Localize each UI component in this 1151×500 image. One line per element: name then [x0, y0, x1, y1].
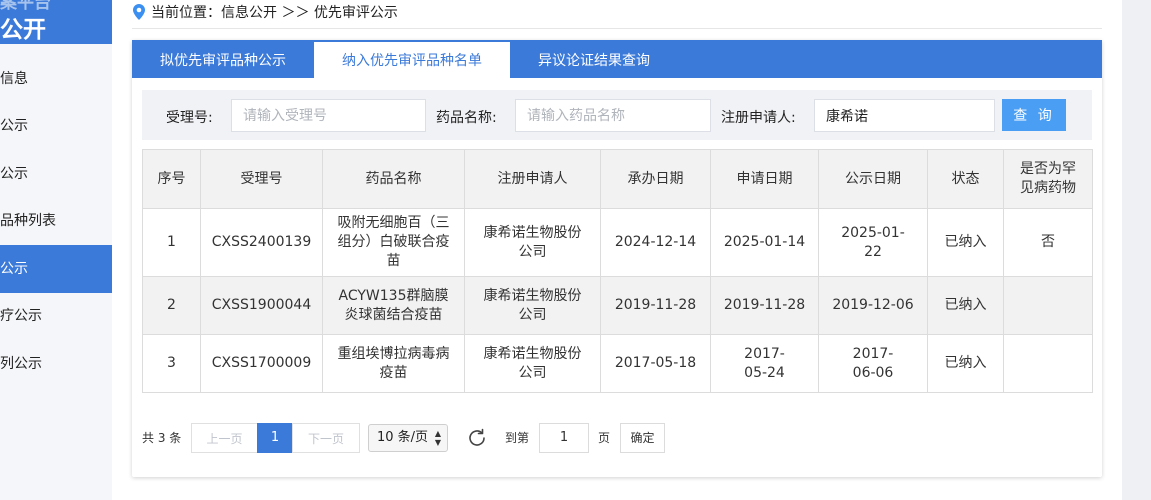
tab-objection-results[interactable]: 异议论证结果查询	[510, 40, 678, 78]
accept-no-input[interactable]	[231, 99, 426, 132]
goto-confirm-button[interactable]: 确定	[620, 423, 665, 453]
right-rail	[1122, 0, 1151, 500]
breadcrumb-divider	[132, 28, 1102, 29]
column-header: 序号	[142, 149, 201, 209]
table-cell	[1003, 276, 1093, 335]
sidebar-item[interactable]: 疗公示	[0, 292, 112, 340]
table-cell: 已纳入	[927, 208, 1004, 277]
pagination: 共 3 条 上一页 1 下一页 10 条/页 ▲ ▼ 到第 1 页 确定	[142, 423, 1092, 453]
column-header: 承办日期	[600, 149, 711, 209]
sidebar-header-title: 公开	[0, 17, 46, 43]
applicant-input[interactable]	[814, 99, 995, 132]
table-row: 1 CXSS2400139 吸附无细胞百（三组分）白破联合疫苗 康希诺生物股份公…	[142, 208, 1093, 277]
table-cell: CXSS2400139	[200, 208, 323, 277]
table-cell: 2017-06-06	[818, 334, 928, 393]
refresh-icon[interactable]	[466, 427, 488, 449]
table-cell: CXSS1900044	[200, 276, 323, 335]
goto-label: 到第	[505, 431, 530, 445]
column-header: 药品名称	[322, 149, 465, 209]
page-size-select[interactable]: 10 条/页 ▲ ▼	[368, 424, 448, 452]
page-unit-label: 页	[598, 431, 611, 445]
current-page-button[interactable]: 1	[257, 423, 293, 453]
sidebar-item[interactable]: 公示	[0, 150, 112, 198]
results-table: 序号 受理号 药品名称 注册申请人 承办日期 申请日期 公示日期 状态 是否为罕…	[142, 149, 1093, 393]
table-cell: 2	[142, 276, 201, 335]
sidebar-item-active[interactable]: 公示	[0, 245, 112, 293]
sidebar: 案平台 公开 信息 公示 公示 品种列表 公示 疗公示 列公示	[0, 0, 112, 500]
breadcrumb: 当前位置：信息公开 ＞＞ 优先审评公示	[132, 0, 398, 24]
accept-no-label: 受理号:	[166, 110, 213, 126]
table-row: 2 CXSS1900044 ACYW135群脑膜炎球菌结合疫苗 康希诺生物股份公…	[142, 276, 1093, 335]
tab-included-priority-review[interactable]: 纳入优先审评品种名单	[314, 42, 510, 80]
next-page-button[interactable]: 下一页	[292, 423, 360, 453]
table-cell: 康希诺生物股份公司	[464, 276, 601, 335]
column-header: 公示日期	[818, 149, 928, 209]
column-header: 注册申请人	[464, 149, 601, 209]
page-size-value: 10 条/页	[377, 430, 429, 445]
table-cell: ACYW135群脑膜炎球菌结合疫苗	[322, 276, 465, 335]
tab-bar: 拟优先审评品种公示 纳入优先审评品种名单 异议论证结果查询	[132, 40, 1102, 80]
column-header: 状态	[927, 149, 1004, 209]
breadcrumb-text: 当前位置：信息公开 ＞＞ 优先审评公示	[151, 5, 398, 21]
table-header-row: 序号 受理号 药品名称 注册申请人 承办日期 申请日期 公示日期 状态 是否为罕…	[142, 149, 1093, 209]
table-cell: 2025-01-22	[818, 208, 928, 277]
content-card: 拟优先审评品种公示 纳入优先审评品种名单 异议论证结果查询 受理号: 药品名称:…	[132, 40, 1102, 477]
goto-page-input[interactable]: 1	[539, 423, 589, 453]
table-cell: 已纳入	[927, 276, 1004, 335]
table-cell: 2019-12-06	[818, 276, 928, 335]
query-button[interactable]: 查 询	[1002, 99, 1066, 131]
tab-proposed-priority-review[interactable]: 拟优先审评品种公示	[132, 40, 314, 78]
prev-page-button[interactable]: 上一页	[191, 423, 258, 453]
table-cell: 康希诺生物股份公司	[464, 334, 601, 393]
select-arrows-icon: ▲ ▼	[434, 429, 441, 447]
sidebar-item[interactable]: 公示	[0, 102, 112, 150]
sidebar-item[interactable]: 品种列表	[0, 197, 112, 245]
table-cell: 2017-05-18	[600, 334, 711, 393]
column-header: 是否为罕见病药物	[1003, 149, 1093, 209]
drug-name-label: 药品名称:	[436, 110, 497, 126]
filter-bar: 受理号: 药品名称: 注册申请人: 查 询	[142, 90, 1092, 140]
location-pin-icon	[133, 4, 145, 20]
table-cell: 已纳入	[927, 334, 1004, 393]
sidebar-item[interactable]: 信息	[0, 55, 112, 103]
table-cell: 重组埃博拉病毒病疫苗	[322, 334, 465, 393]
table-cell: 康希诺生物股份公司	[464, 208, 601, 277]
table-cell: 2024-12-14	[600, 208, 711, 277]
sidebar-item[interactable]: 列公示	[0, 340, 112, 388]
total-count: 共 3 条	[142, 431, 182, 445]
table-cell: 2019-11-28	[710, 276, 819, 335]
table-cell: 2025-01-14	[710, 208, 819, 277]
table-row: 3 CXSS1700009 重组埃博拉病毒病疫苗 康希诺生物股份公司 2017-…	[142, 334, 1093, 393]
table-cell: CXSS1700009	[200, 334, 323, 393]
drug-name-input[interactable]	[515, 99, 711, 132]
table-cell: 1	[142, 208, 201, 277]
table-cell: 否	[1003, 208, 1093, 277]
table-cell	[1003, 334, 1093, 393]
column-header: 受理号	[200, 149, 323, 209]
table-cell: 3	[142, 334, 201, 393]
table-cell: 2019-11-28	[600, 276, 711, 335]
applicant-label: 注册申请人:	[721, 110, 796, 126]
table-cell: 2017-05-24	[710, 334, 819, 393]
column-header: 申请日期	[710, 149, 819, 209]
table-cell: 吸附无细胞百（三组分）白破联合疫苗	[322, 208, 465, 277]
sidebar-header: 案平台 公开	[0, 0, 112, 44]
